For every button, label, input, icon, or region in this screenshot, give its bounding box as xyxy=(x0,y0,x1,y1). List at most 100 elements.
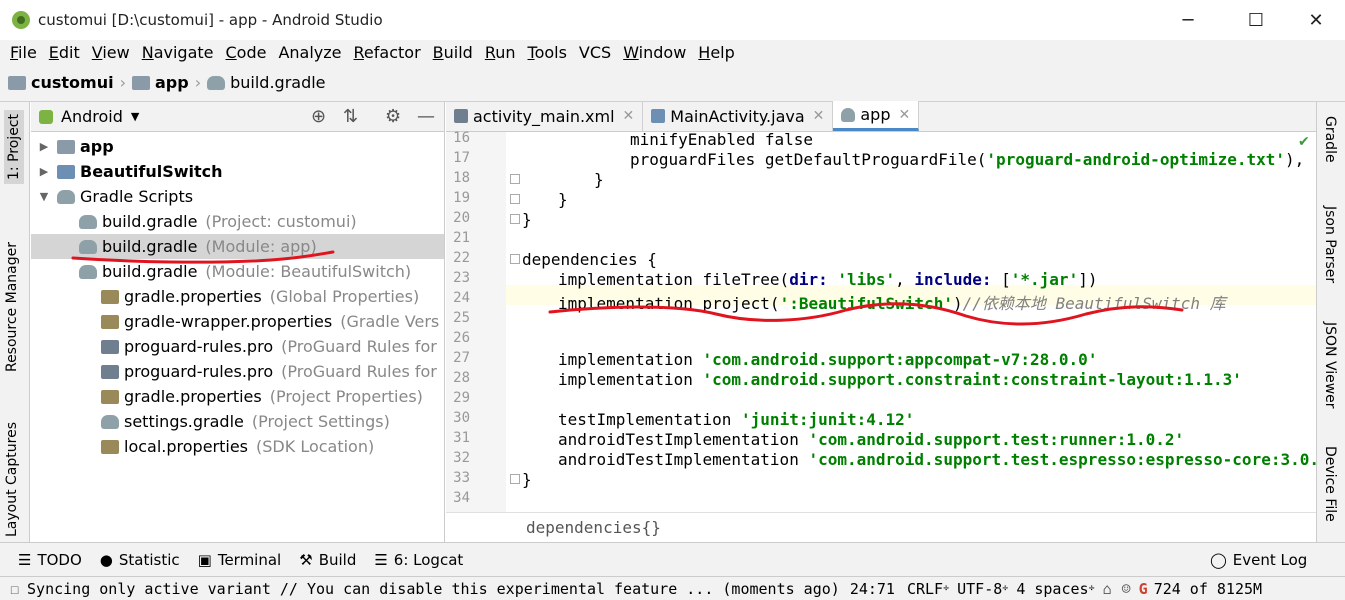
expanded-arrow-icon[interactable]: ▼ xyxy=(37,190,51,203)
code-breadcrumb[interactable]: dependencies{} xyxy=(446,512,1316,542)
code-line[interactable]: minifyEnabled false xyxy=(522,130,813,149)
maximize-button[interactable]: ☐ xyxy=(1233,0,1279,40)
minimize-button[interactable]: ─ xyxy=(1165,0,1211,40)
menu-item-vcs[interactable]: VCS xyxy=(573,43,617,62)
menu-item-navigate[interactable]: Navigate xyxy=(136,43,220,62)
editor-tab[interactable]: app ✕ xyxy=(833,101,920,131)
breadcrumb-file[interactable]: build.gradle xyxy=(230,73,325,92)
collapsed-arrow-icon[interactable]: ▶ xyxy=(37,165,51,178)
bottom-tab[interactable]: ☰ 6: Logcat xyxy=(374,551,463,569)
menu-item-file[interactable]: File xyxy=(4,43,43,62)
code-line[interactable]: dependencies { xyxy=(522,250,657,269)
menu-item-code[interactable]: Code xyxy=(220,43,273,62)
tree-item[interactable]: build.gradle (Module: BeautifulSwitch) xyxy=(31,259,444,284)
tree-item[interactable]: build.gradle (Module: app) xyxy=(31,234,444,259)
right-tool-strip: Gradle Json Parser JSON Viewer Device Fi… xyxy=(1316,102,1345,542)
code-line[interactable]: implementation 'com.android.support:appc… xyxy=(522,350,1097,369)
code-line[interactable]: androidTestImplementation 'com.android.s… xyxy=(522,450,1338,469)
tree-item[interactable]: proguard-rules.pro (ProGuard Rules for xyxy=(31,334,444,359)
menu-item-refactor[interactable]: Refactor xyxy=(348,43,427,62)
memory-indicator[interactable]: 724 of 8125M xyxy=(1154,580,1262,598)
bottom-tab[interactable]: ● Statistic xyxy=(100,551,180,569)
tree-item[interactable]: build.gradle (Project: customui) xyxy=(31,209,444,234)
tab-json-parser[interactable]: Json Parser xyxy=(1322,206,1338,283)
code-line[interactable]: } xyxy=(522,170,604,189)
gradle-icon xyxy=(79,239,97,254)
menu-item-run[interactable]: Run xyxy=(479,43,522,62)
bottom-tab[interactable]: ▣ Terminal xyxy=(198,551,282,569)
menu-item-window[interactable]: Window xyxy=(617,43,692,62)
code-line[interactable]: implementation fileTree(dir: 'libs', inc… xyxy=(522,270,1097,289)
close-tab-icon[interactable]: ✕ xyxy=(813,108,825,124)
tab-gradle[interactable]: Gradle xyxy=(1322,116,1338,163)
fold-marker-icon[interactable] xyxy=(510,194,520,204)
tab-resource-manager[interactable]: Resource Manager xyxy=(4,242,20,372)
collapsed-arrow-icon[interactable]: ▶ xyxy=(37,140,51,153)
menu-item-tools[interactable]: Tools xyxy=(522,43,573,62)
gear-icon[interactable]: ⚙ xyxy=(385,106,401,127)
lock-icon[interactable]: ⌂ xyxy=(1103,580,1112,598)
close-tab-icon[interactable]: ✕ xyxy=(899,107,911,123)
menu-item-view[interactable]: View xyxy=(86,43,136,62)
tree-item[interactable]: settings.gradle (Project Settings) xyxy=(31,409,444,434)
fold-marker-icon[interactable] xyxy=(510,254,520,264)
indent-setting[interactable]: 4 spaces xyxy=(1016,580,1088,598)
code-token: ) xyxy=(952,294,963,313)
editor-tab[interactable]: MainActivity.java ✕ xyxy=(643,101,834,131)
inspector-icon[interactable]: ☺ xyxy=(1122,580,1131,598)
tree-item-hint: (Project: customui) xyxy=(205,212,357,231)
props-icon xyxy=(101,439,119,454)
tree-item[interactable]: ▶ app xyxy=(31,134,444,159)
code-token: ), xyxy=(1285,150,1314,169)
tab-json-viewer[interactable]: JSON Viewer xyxy=(1322,322,1338,409)
menu-item-edit[interactable]: Edit xyxy=(43,43,86,62)
tree-item[interactable]: gradle-wrapper.properties (Gradle Vers xyxy=(31,309,444,334)
event-log-tab[interactable]: ◯ Event Log xyxy=(1210,551,1307,569)
pro-icon xyxy=(101,339,119,354)
close-tab-icon[interactable]: ✕ xyxy=(623,108,635,124)
tree-item[interactable]: gradle.properties (Project Properties) xyxy=(31,384,444,409)
bottom-tab[interactable]: ☰ TODO xyxy=(18,551,82,569)
code-line[interactable]: implementation project(':BeautifulSwitch… xyxy=(522,290,1226,314)
tab-layout-captures[interactable]: Layout Captures xyxy=(4,422,20,537)
code-line[interactable]: proguardFiles getDefaultProguardFile('pr… xyxy=(522,150,1345,169)
code-line[interactable]: androidTestImplementation 'com.android.s… xyxy=(522,430,1184,449)
fold-marker-icon[interactable] xyxy=(510,174,520,184)
google-icon[interactable]: G xyxy=(1139,580,1148,598)
collapse-all-icon[interactable]: ⇅ xyxy=(343,106,358,127)
toggle-tool-windows-icon[interactable]: ☐ xyxy=(10,580,19,598)
tree-item[interactable]: local.properties (SDK Location) xyxy=(31,434,444,459)
fold-marker-icon[interactable] xyxy=(510,214,520,224)
fold-marker-icon[interactable] xyxy=(510,474,520,484)
hide-panel-icon[interactable]: — xyxy=(417,106,435,127)
tree-item[interactable]: ▼ Gradle Scripts xyxy=(31,184,444,209)
tree-item-hint: (Module: BeautifulSwitch) xyxy=(205,262,412,281)
chevron-down-icon[interactable]: ▼ xyxy=(131,110,139,123)
code-line[interactable]: } xyxy=(522,190,568,209)
code-token: 'com.android.support.test.espresso:espre… xyxy=(808,450,1339,469)
code-line[interactable]: testImplementation 'junit:junit:4.12' xyxy=(522,410,914,429)
close-button[interactable]: ✕ xyxy=(1293,0,1339,40)
tree-item[interactable]: gradle.properties (Global Properties) xyxy=(31,284,444,309)
breadcrumb-module[interactable]: app xyxy=(155,73,189,92)
tab-project[interactable]: 1: Project xyxy=(4,110,24,184)
file-encoding[interactable]: UTF-8 xyxy=(957,580,1002,598)
tab-device-file[interactable]: Device File xyxy=(1322,446,1338,522)
locate-icon[interactable]: ⊕ xyxy=(311,106,326,127)
line-separator[interactable]: CRLF xyxy=(907,580,943,598)
tree-item[interactable]: proguard-rules.pro (ProGuard Rules for xyxy=(31,359,444,384)
code-line[interactable]: } xyxy=(522,470,532,489)
menu-item-help[interactable]: Help xyxy=(692,43,740,62)
code-line[interactable]: implementation 'com.android.support.cons… xyxy=(522,370,1242,389)
view-mode-select[interactable]: Android xyxy=(61,107,123,126)
bottom-tab[interactable]: ⚒ Build xyxy=(299,551,356,569)
editor-tab[interactable]: activity_main.xml ✕ xyxy=(446,101,644,131)
code-token: } xyxy=(522,210,532,229)
menu-item-build[interactable]: Build xyxy=(427,43,479,62)
menu-item-analyze[interactable]: Analyze xyxy=(272,43,347,62)
status-message[interactable]: Syncing only active variant // You can d… xyxy=(27,580,840,598)
breadcrumb-project[interactable]: customui xyxy=(31,73,114,92)
tree-item[interactable]: ▶ BeautifulSwitch xyxy=(31,159,444,184)
caret-position[interactable]: 24:71 xyxy=(850,580,895,598)
code-line[interactable]: } xyxy=(522,210,532,229)
